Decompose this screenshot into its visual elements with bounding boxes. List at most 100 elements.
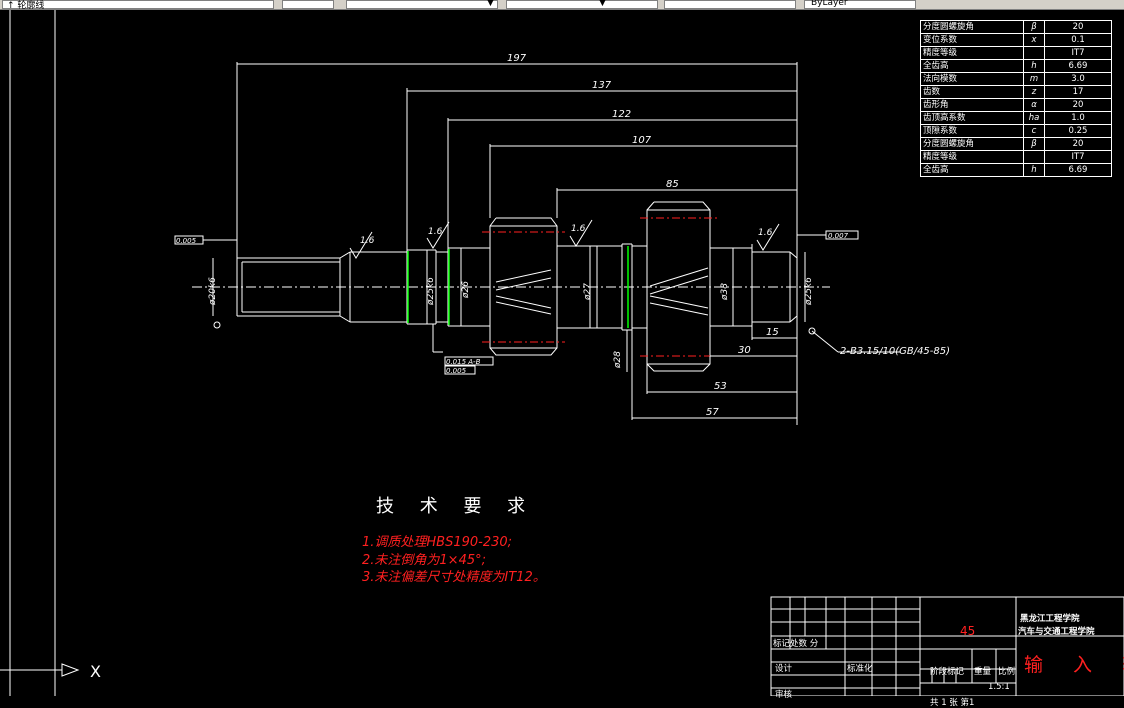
dim-phi25-right: ø25k6 [804, 277, 814, 306]
gear-table-cell-val: 17 [1044, 85, 1112, 99]
gear-table-cell-val: 3.0 [1044, 72, 1112, 86]
gear-table-cell-val: 20 [1044, 20, 1112, 34]
dim-107: 107 [632, 135, 652, 146]
gear-table-cell-name: 全齿高 [920, 59, 1024, 73]
review-label: 审核 [775, 690, 793, 700]
gear-parameter-table: 分度圆螺旋角 β 20 变位系数 x 0.1 精度等级 IT7 全齿高 h 6.69 法向模数 m 3.0… [920, 20, 1112, 177]
material-label: 45 [960, 624, 976, 638]
gear-table-cell-name: 顶隙系数 [920, 124, 1024, 138]
gear-table-row: 齿顶高系数 ha 1.0 [920, 111, 1112, 125]
dim-phi25-left: ø25k6 [426, 277, 436, 306]
dim-122: 122 [612, 109, 631, 120]
diameter-dim-lines [212, 246, 806, 372]
gear-table-row: 齿数 z 17 [920, 85, 1112, 99]
standard-label: 标准化 [847, 664, 873, 674]
tolerance-right-value: 0.007 [828, 232, 849, 240]
gear-table-cell-sym: β [1023, 137, 1045, 151]
department-name: 汽车与交通工程学院 [1018, 627, 1095, 637]
requirement-item-3: 3.未注偏差尺寸处精度为IT12。 [362, 570, 546, 585]
dim-phi28: ø28 [613, 351, 623, 369]
gear-table-cell-val: 0.25 [1044, 124, 1112, 138]
scale-value: 1.5:1 [988, 682, 1010, 692]
sheet-count: 共 1 张 第1 [930, 698, 975, 708]
dim-197: 197 [507, 53, 527, 64]
requirement-item-1: 1.调质处理HBS190-230; [362, 535, 513, 550]
gear-table-row: 全齿高 h 6.69 [920, 163, 1112, 177]
gear-table-cell-val: IT7 [1044, 46, 1112, 60]
ucs-icon [0, 663, 80, 677]
plotstyle-dropdown[interactable]: ByLayer [804, 0, 916, 9]
gear-table-cell-sym: α [1023, 98, 1045, 112]
roughness-value-4: 1.6 [758, 228, 773, 238]
scale-label: 比例 [998, 667, 1016, 677]
mark-label: 标记处数 分 [773, 639, 819, 649]
roughness-value-2: 1.6 [428, 227, 443, 237]
gear-table-row: 齿形角 α 20 [920, 98, 1112, 112]
gear-table-cell-name: 齿顶高系数 [920, 111, 1024, 125]
layer-dropdown[interactable]: ↑ 轮廓线 [2, 0, 274, 11]
tolerance-cyl-value: 0.005 [446, 367, 467, 375]
dimension-lines [236, 62, 798, 425]
gear-table-cell-sym: c [1023, 124, 1045, 138]
gear-table-cell-sym: m [1023, 72, 1045, 86]
gear-table-cell-sym: x [1023, 33, 1045, 47]
gear-table-row: 全齿高 h 6.69 [920, 59, 1112, 73]
layer-state-button[interactable] [282, 0, 334, 9]
gear-table-cell-sym [1023, 150, 1045, 164]
dim-30: 30 [738, 345, 751, 356]
ucs-x-label: X [90, 662, 101, 681]
dim-15: 15 [766, 327, 779, 338]
requirements-title: 技 术 要 求 [376, 496, 536, 517]
tolerance-left-value: 0.005 [176, 237, 197, 245]
gear-table-row: 分度圆螺旋角 β 20 [920, 137, 1112, 151]
dim-85: 85 [666, 179, 679, 190]
gear-table-row: 精度等级 IT7 [920, 46, 1112, 60]
color-dropdown[interactable]: ▼ [346, 0, 498, 9]
gear-table-cell-val: 20 [1044, 137, 1112, 151]
roughness-value-1: 1.6 [360, 236, 375, 246]
school-name: 黑龙江工程学院 [1020, 614, 1080, 624]
dim-137: 137 [592, 80, 612, 91]
gear-table-cell-name: 变位系数 [920, 33, 1024, 47]
roughness-value-3: 1.6 [571, 224, 586, 234]
gear-table-cell-name: 齿形角 [920, 98, 1024, 112]
gear-table-cell-name: 全齿高 [920, 163, 1024, 177]
gear-table-cell-val: 20 [1044, 98, 1112, 112]
dim-phi20: ø20k6 [208, 277, 218, 306]
tolerance-runout-value: 0.015 A-B [446, 358, 481, 366]
plotstyle-label: ByLayer [811, 0, 848, 8]
gear-table-row: 法向模数 m 3.0 [920, 72, 1112, 86]
weight-label: 重量 [974, 667, 992, 677]
gear-table-row: 分度圆螺旋角 β 20 [920, 20, 1112, 34]
gear-table-cell-name: 齿数 [920, 85, 1024, 99]
gear-table-cell-sym: h [1023, 59, 1045, 73]
center-hole-note: 2-B3.15/10(GB/45-85) [840, 346, 950, 357]
gear-table-row: 精度等级 IT7 [920, 150, 1112, 164]
gear-table-cell-name: 精度等级 [920, 46, 1024, 60]
gear-table-cell-val: 0.1 [1044, 33, 1112, 47]
linetype-dropdown[interactable]: ▼ [506, 0, 658, 9]
gear-table-cell-name: 法向模数 [920, 72, 1024, 86]
roughness-symbols [349, 219, 780, 259]
gear-table-row: 顶隙系数 c 0.25 [920, 124, 1112, 138]
gear-table-cell-sym: z [1023, 85, 1045, 99]
lineweight-dropdown[interactable] [664, 0, 796, 9]
dim-53: 53 [714, 381, 727, 392]
gear-table-row: 变位系数 x 0.1 [920, 33, 1112, 47]
gear-table-cell-val: 1.0 [1044, 111, 1112, 125]
gear-table-cell-name: 分度圆螺旋角 [920, 137, 1024, 151]
gear-table-cell-sym: ha [1023, 111, 1045, 125]
dim-phi26: ø26 [461, 281, 471, 299]
drawing-canvas[interactable]: X 197 137 122 107 85 15 30 53 57 1.6 1.6… [0, 10, 1124, 708]
dropdown-arrow-icon: ▼ [599, 0, 606, 8]
gear-table-cell-name: 精度等级 [920, 150, 1024, 164]
dim-phi27: ø27 [583, 283, 593, 301]
toolbar: ↑ 轮廓线 ▼ ▼ ByLayer [0, 0, 1124, 11]
gear-table-cell-val: 6.69 [1044, 59, 1112, 73]
gear-table-cell-sym: β [1023, 20, 1045, 34]
dropdown-arrow-icon: ▼ [487, 0, 494, 8]
gear-table-cell-sym [1023, 46, 1045, 60]
dim-phi38: ø38 [720, 283, 730, 301]
gear-table-cell-sym: h [1023, 163, 1045, 177]
gear-table-cell-name: 分度圆螺旋角 [920, 20, 1024, 34]
